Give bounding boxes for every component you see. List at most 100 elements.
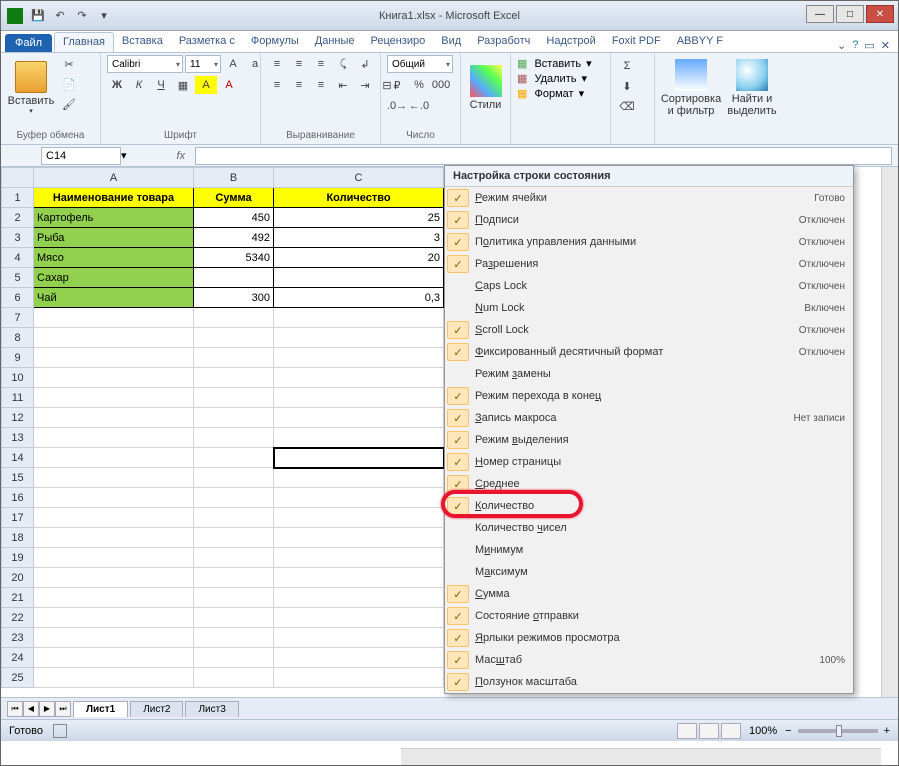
tab-nav-last-icon[interactable]: ⏭	[55, 701, 71, 717]
cell-A7[interactable]	[34, 308, 194, 328]
format-painter-icon[interactable]: 🖌	[59, 95, 79, 113]
cell-C16[interactable]	[274, 488, 444, 508]
cell-A18[interactable]	[34, 528, 194, 548]
font-name-select[interactable]: Calibri	[107, 55, 183, 73]
statusbar-menu-item-10[interactable]: ✓Запись макросаНет записи	[445, 407, 853, 429]
view-layout-icon[interactable]	[699, 723, 719, 739]
undo-icon[interactable]: ↶	[51, 7, 69, 25]
status-bar[interactable]: Готово 100% − +	[1, 719, 898, 741]
statusbar-menu-item-7[interactable]: ✓Фиксированный десятичный форматОтключен	[445, 341, 853, 363]
statusbar-menu-item-6[interactable]: ✓Scroll LockОтключен	[445, 319, 853, 341]
cell-C10[interactable]	[274, 368, 444, 388]
cell-A25[interactable]	[34, 668, 194, 688]
cell-A6[interactable]: Чай	[34, 288, 194, 308]
statusbar-menu-item-12[interactable]: ✓Номер страницы	[445, 451, 853, 473]
cell-C17[interactable]	[274, 508, 444, 528]
percent-icon[interactable]: %	[409, 76, 429, 94]
cell-A4[interactable]: Мясо	[34, 248, 194, 268]
cell-A9[interactable]	[34, 348, 194, 368]
statusbar-menu-item-22[interactable]: ✓Ползунок масштаба	[445, 671, 853, 693]
cell-B25[interactable]	[194, 668, 274, 688]
row-header-11[interactable]: 11	[2, 388, 34, 408]
cell-B6[interactable]: 300	[194, 288, 274, 308]
vertical-scrollbar[interactable]	[881, 167, 898, 697]
cell-A11[interactable]	[34, 388, 194, 408]
row-header-2[interactable]: 2	[2, 208, 34, 228]
macro-record-icon[interactable]	[53, 724, 67, 738]
zoom-in-icon[interactable]: +	[884, 725, 890, 737]
cell-B14[interactable]	[194, 448, 274, 468]
tab-nav-first-icon[interactable]: ⏮	[7, 701, 23, 717]
cell-C11[interactable]	[274, 388, 444, 408]
statusbar-menu-item-16[interactable]: Минимум	[445, 539, 853, 561]
wrap-text-icon[interactable]: ↲	[355, 55, 375, 73]
cell-B16[interactable]	[194, 488, 274, 508]
ribbon-tab-2[interactable]: Разметка с	[171, 32, 243, 52]
row-header-18[interactable]: 18	[2, 528, 34, 548]
align-center-icon[interactable]: ≡	[289, 76, 309, 94]
cell-B3[interactable]: 492	[194, 228, 274, 248]
minimize-button[interactable]: —	[806, 5, 834, 23]
align-middle-icon[interactable]: ≡	[289, 55, 309, 73]
row-header-1[interactable]: 1	[2, 188, 34, 208]
statusbar-menu-item-18[interactable]: ✓Сумма	[445, 583, 853, 605]
statusbar-menu-item-13[interactable]: ✓Среднее	[445, 473, 853, 495]
cell-B1[interactable]: Сумма	[194, 188, 274, 208]
tab-nav-next-icon[interactable]: ▶	[39, 701, 55, 717]
statusbar-menu-item-8[interactable]: Режим замены	[445, 363, 853, 385]
cell-C13[interactable]	[274, 428, 444, 448]
formula-bar[interactable]	[195, 147, 892, 165]
cell-C5[interactable]	[274, 268, 444, 288]
ribbon-tab-7[interactable]: Разработч	[469, 32, 538, 52]
increase-indent-icon[interactable]: ⇥	[355, 76, 375, 94]
currency-icon[interactable]: ₽	[387, 76, 407, 94]
name-box[interactable]: C14	[41, 147, 121, 165]
ribbon-tab-6[interactable]: Вид	[433, 32, 469, 52]
cell-B23[interactable]	[194, 628, 274, 648]
ribbon-tab-0[interactable]: Главная	[54, 32, 114, 52]
cell-A23[interactable]	[34, 628, 194, 648]
cell-B24[interactable]	[194, 648, 274, 668]
cell-B11[interactable]	[194, 388, 274, 408]
file-tab[interactable]: Файл	[5, 34, 52, 52]
sort-filter-button[interactable]: Сортировка и фильтр	[661, 55, 721, 121]
cell-C8[interactable]	[274, 328, 444, 348]
cell-A1[interactable]: Наименование товара	[34, 188, 194, 208]
grow-font-icon[interactable]: A	[223, 55, 243, 73]
zoom-out-icon[interactable]: −	[785, 725, 791, 737]
autosum-icon[interactable]: Σ	[617, 57, 637, 75]
cell-A12[interactable]	[34, 408, 194, 428]
cell-C3[interactable]: 3	[274, 228, 444, 248]
cell-C1[interactable]: Количество	[274, 188, 444, 208]
select-all-corner[interactable]	[2, 168, 34, 188]
ribbon-close-icon[interactable]: ✕	[881, 39, 890, 52]
row-header-25[interactable]: 25	[2, 668, 34, 688]
clear-icon[interactable]: ⌫	[617, 97, 637, 115]
font-size-select[interactable]: 11	[185, 55, 221, 73]
ribbon-tab-9[interactable]: Foxit PDF	[604, 32, 669, 52]
cell-C9[interactable]	[274, 348, 444, 368]
cell-A8[interactable]	[34, 328, 194, 348]
row-header-21[interactable]: 21	[2, 588, 34, 608]
statusbar-menu-item-17[interactable]: Максимум	[445, 561, 853, 583]
close-button[interactable]: ✕	[866, 5, 894, 23]
cell-A22[interactable]	[34, 608, 194, 628]
row-header-5[interactable]: 5	[2, 268, 34, 288]
cell-B15[interactable]	[194, 468, 274, 488]
cell-C24[interactable]	[274, 648, 444, 668]
view-normal-icon[interactable]	[677, 723, 697, 739]
cell-C14[interactable]	[274, 448, 444, 468]
ribbon-tab-5[interactable]: Рецензиро	[363, 32, 434, 52]
qat-dropdown-icon[interactable]: ▾	[95, 7, 113, 25]
italic-button[interactable]: К	[129, 76, 149, 94]
statusbar-menu-item-5[interactable]: Num LockВключен	[445, 297, 853, 319]
save-icon[interactable]: 💾	[29, 7, 47, 25]
cell-A17[interactable]	[34, 508, 194, 528]
cell-B10[interactable]	[194, 368, 274, 388]
align-left-icon[interactable]: ≡	[267, 76, 287, 94]
cells-delete-button[interactable]: ▦ Удалить ▾	[517, 72, 587, 85]
cell-C23[interactable]	[274, 628, 444, 648]
cell-C20[interactable]	[274, 568, 444, 588]
cell-C22[interactable]	[274, 608, 444, 628]
zoom-level[interactable]: 100%	[749, 725, 777, 737]
